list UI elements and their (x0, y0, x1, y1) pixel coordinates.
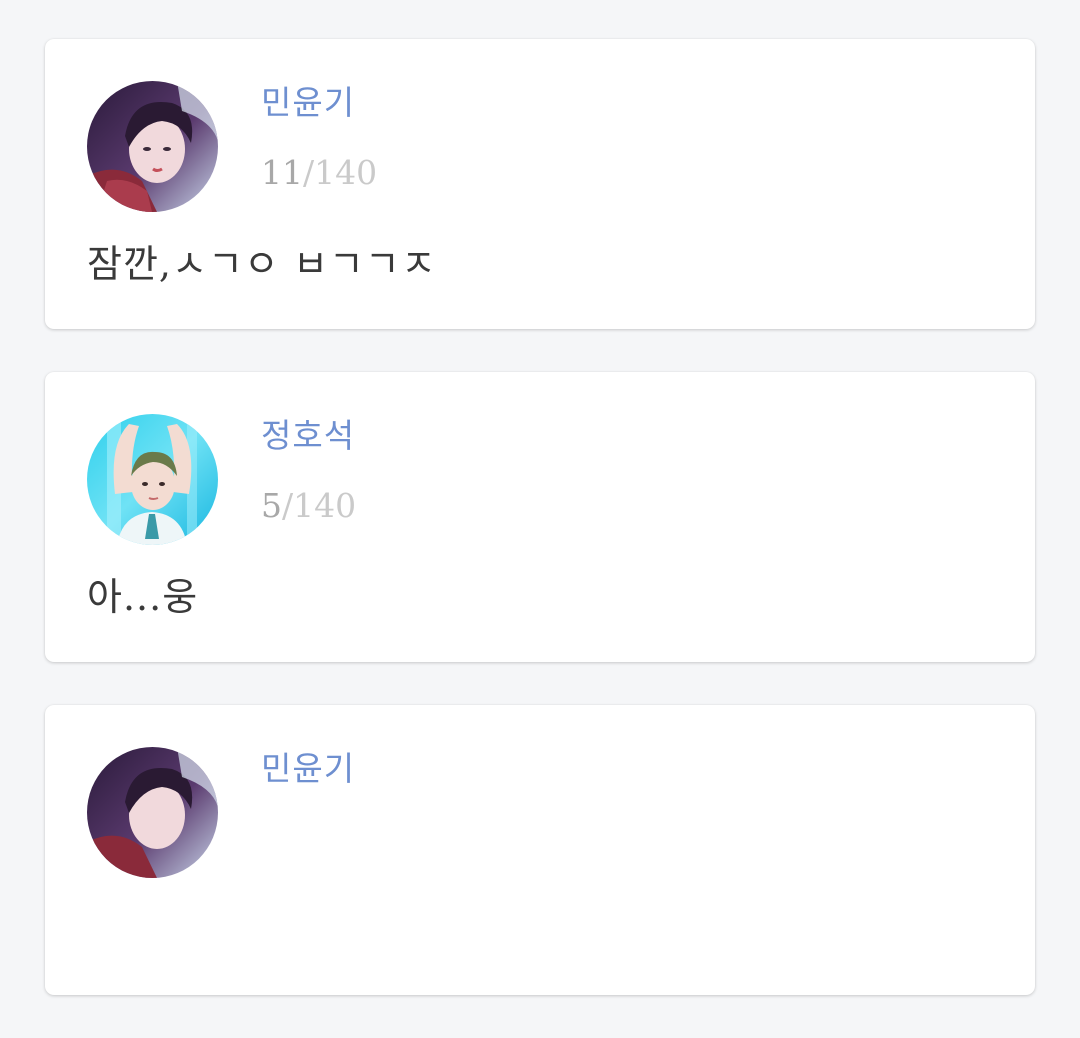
author-name[interactable]: 민윤기 (261, 81, 355, 125)
count-current: 5 (261, 486, 282, 525)
profile-photo-icon (87, 414, 218, 545)
post-card[interactable]: 정호석 5/140 아...웅 (45, 372, 1035, 662)
post-message: 잠깐,ㅅㄱㅇ ㅂㄱㄱㅈ (87, 242, 437, 286)
profile-photo-icon (87, 747, 218, 878)
avatar[interactable] (87, 747, 218, 878)
count-max: 140 (293, 486, 357, 525)
post-message: 아...웅 (87, 575, 199, 619)
avatar[interactable] (87, 81, 218, 212)
author-name[interactable]: 민윤기 (261, 747, 355, 791)
avatar[interactable] (87, 414, 218, 545)
count-max: 140 (314, 153, 378, 192)
post-feed: 민윤기 11/140 잠깐,ㅅㄱㅇ ㅂㄱㄱㅈ 정호석 5/140 아...웅 민… (45, 39, 1035, 1038)
post-card[interactable]: 민윤기 (45, 705, 1035, 995)
count-separator: / (303, 153, 315, 192)
count-separator: / (282, 486, 294, 525)
profile-photo-icon (87, 81, 218, 212)
character-count: 5/140 (261, 484, 356, 528)
count-current: 11 (261, 153, 303, 192)
character-count: 11/140 (261, 151, 377, 195)
author-name[interactable]: 정호석 (261, 414, 355, 458)
post-card[interactable]: 민윤기 11/140 잠깐,ㅅㄱㅇ ㅂㄱㄱㅈ (45, 39, 1035, 329)
